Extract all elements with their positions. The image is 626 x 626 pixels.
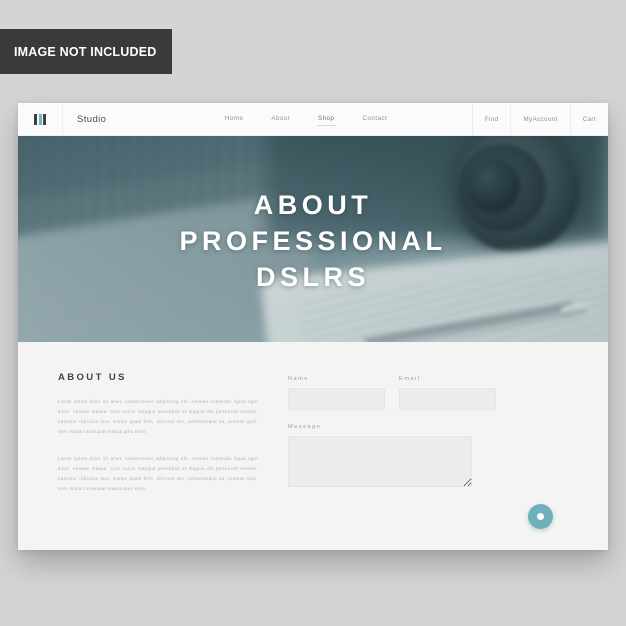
- about-us-title: ABOUT US: [58, 372, 127, 383]
- hero-heading-line-1: ABOUT: [253, 190, 373, 221]
- nav-item-shop[interactable]: Shop: [317, 113, 336, 126]
- name-field-group: Name: [288, 376, 385, 410]
- contact-form-column: Name Email Message: [288, 372, 568, 550]
- about-us-paragraph-2: Lorem ipsum dolor sit amet, consectetuer…: [58, 456, 258, 492]
- logo-bar-left: [34, 113, 37, 125]
- about-us-paragraph-1: Lorem ipsum dolor sit amet, consectetuer…: [58, 399, 258, 435]
- primary-nav: Home About Shop Contact: [120, 103, 472, 135]
- name-input[interactable]: [288, 388, 385, 410]
- brand-name[interactable]: Studio: [63, 103, 120, 135]
- website-mockup: Studio Home About Shop Contact Find MyAc…: [18, 103, 608, 550]
- email-field-group: Email: [399, 376, 496, 410]
- top-navigation-bar: Studio Home About Shop Contact Find MyAc…: [18, 103, 608, 136]
- circle-dot-submit-icon: [537, 513, 544, 520]
- logo-bar-center: [38, 113, 42, 125]
- watermark-label: IMAGE NOT INCLUDED: [14, 44, 157, 59]
- logo-bar-right: [43, 113, 46, 125]
- email-label: Email: [399, 376, 421, 382]
- hero-section: ABOUT PROFESSIONAL DSLRS: [18, 136, 608, 342]
- three-bars-logo-icon: [34, 113, 46, 125]
- image-not-included-banner: IMAGE NOT INCLUDED: [0, 29, 172, 74]
- hero-heading: ABOUT PROFESSIONAL DSLRS: [18, 136, 608, 342]
- logo-cell[interactable]: [18, 103, 63, 135]
- name-email-row: Name Email: [288, 376, 568, 410]
- secondary-nav: Find MyAccount Cart: [471, 103, 608, 135]
- nav-item-home[interactable]: Home: [224, 113, 245, 125]
- submit-button[interactable]: [528, 504, 553, 529]
- nav-item-about[interactable]: About: [270, 113, 291, 125]
- nav-item-contact[interactable]: Contact: [362, 113, 389, 125]
- nav-item-cart[interactable]: Cart: [569, 103, 608, 135]
- message-field-group: Message: [288, 424, 568, 487]
- name-label: Name: [288, 376, 309, 382]
- email-input[interactable]: [399, 388, 496, 410]
- hero-heading-line-2: PROFESSIONAL: [179, 226, 447, 257]
- nav-item-find[interactable]: Find: [471, 103, 511, 135]
- content-section: ABOUT US Lorem ipsum dolor sit amet, con…: [18, 342, 608, 550]
- message-textarea[interactable]: [288, 436, 472, 487]
- message-label: Message: [288, 424, 322, 430]
- nav-item-myaccount[interactable]: MyAccount: [510, 103, 569, 135]
- about-us-column: ABOUT US Lorem ipsum dolor sit amet, con…: [58, 372, 288, 550]
- hero-heading-line-3: DSLRS: [255, 261, 370, 292]
